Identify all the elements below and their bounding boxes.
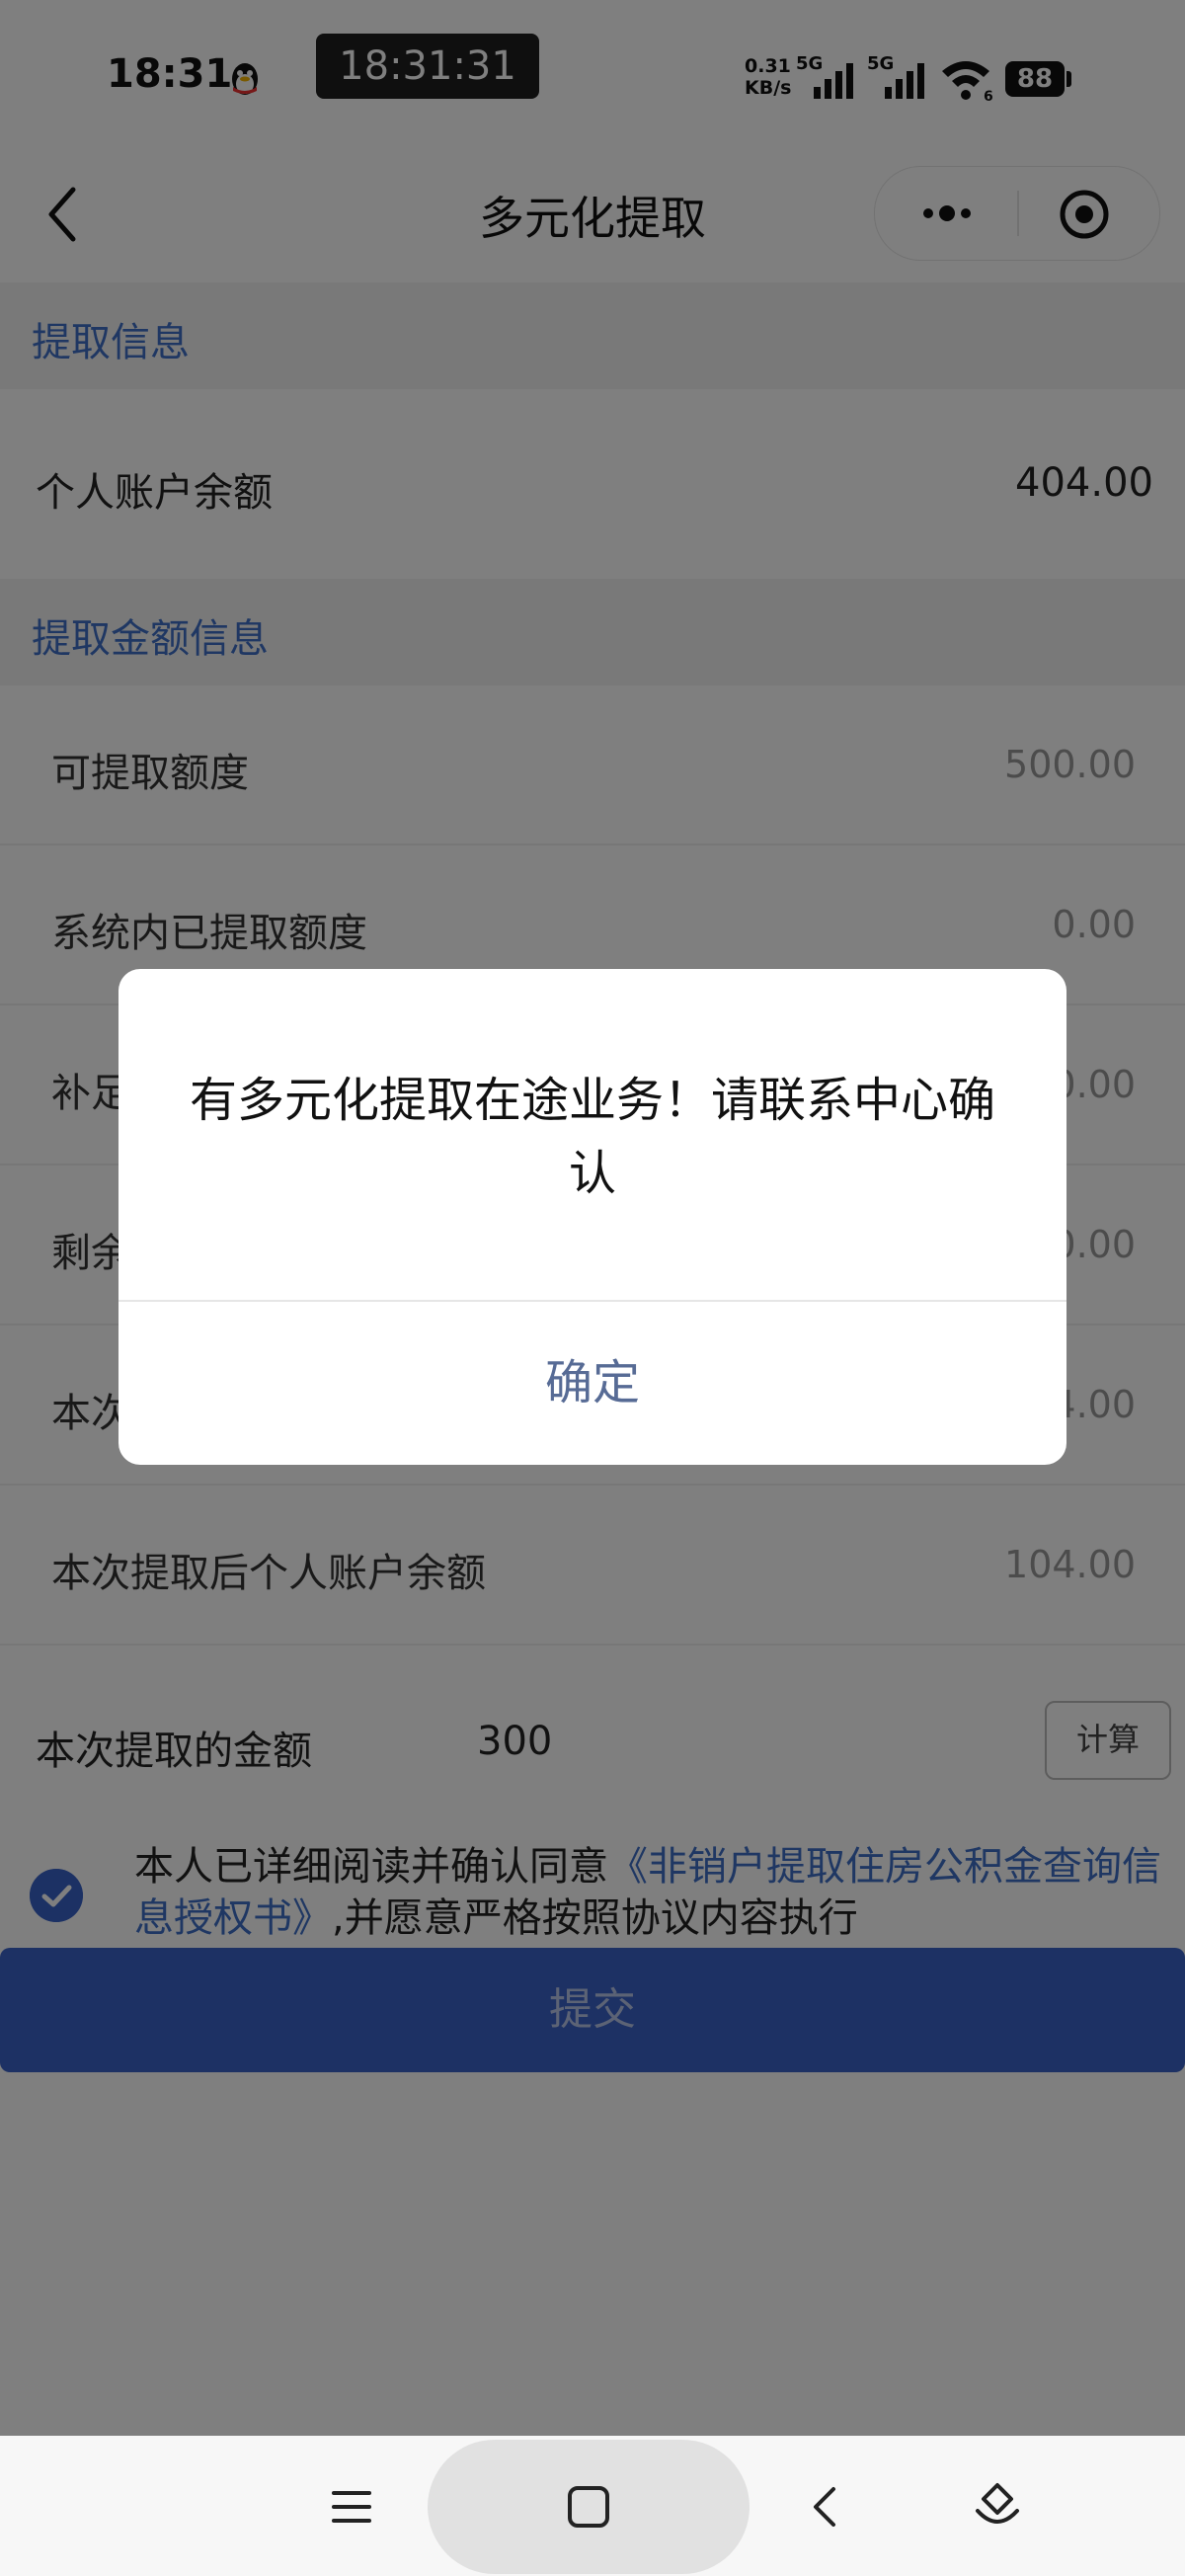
assistant-icon[interactable]: [972, 2479, 1023, 2535]
alert-dialog: 有多元化提取在途业务！请联系中心确认 确定: [118, 969, 1066, 1465]
dialog-message: 有多元化提取在途业务！请联系中心确认: [189, 1073, 995, 1201]
dialog-confirm-button[interactable]: 确定: [118, 1302, 1066, 1465]
home-square-icon[interactable]: [565, 2483, 612, 2531]
menu-icon[interactable]: [328, 2483, 375, 2531]
system-nav-bar: [0, 2436, 1185, 2576]
page: 18:31 18:31:31 0.31 KB/s 5G 5G: [0, 0, 1185, 2576]
back-nav-icon[interactable]: [802, 2483, 849, 2531]
